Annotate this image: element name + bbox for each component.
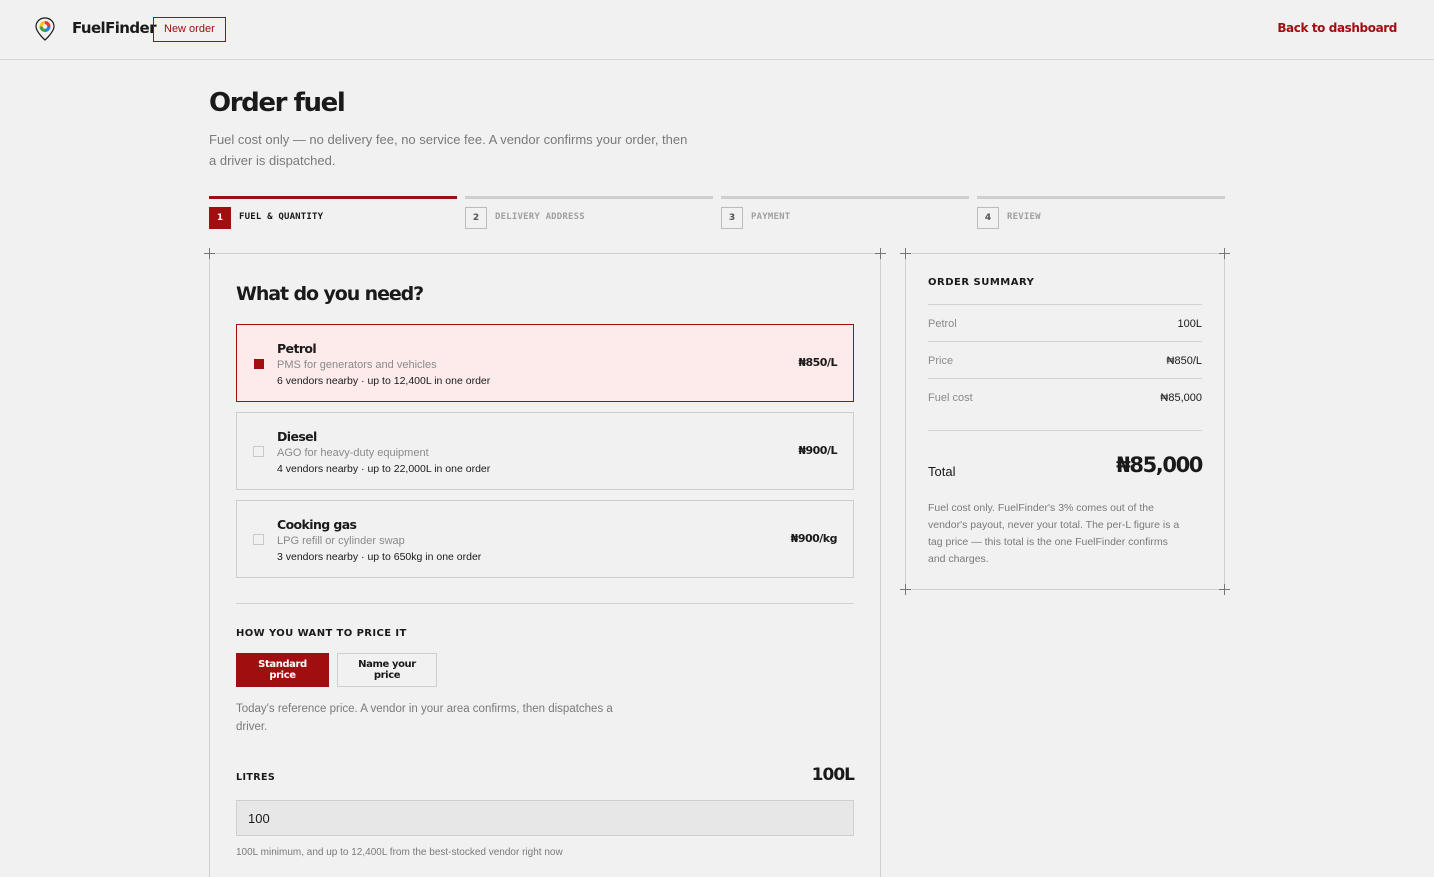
litres-help-text: 100L minimum, and up to 12,400L from the… [236,847,563,858]
litres-input[interactable] [236,800,854,836]
back-to-dashboard-link[interactable]: Back to dashboard [1277,21,1397,35]
fuel-availability: 4 vendors nearby · up to 22,000L in one … [277,463,491,475]
summary-key: Petrol [928,318,957,330]
fuel-option-cooking-gas[interactable]: Cooking gas LPG refill or cylinder swap … [236,500,854,578]
fuel-availability: 6 vendors nearby · up to 12,400L in one … [277,375,491,387]
step-number: 1 [209,207,231,229]
fuel-price: ₦900/kg [790,532,838,545]
fuel-section-title: What do you need? [236,283,424,305]
standard-price-button[interactable]: Standard price [236,653,329,687]
summary-divider [928,430,1202,431]
map-pin-logo-icon[interactable] [33,16,57,42]
step-label: FUEL & QUANTITY [239,212,324,222]
brand-name: FuelFinder [72,19,156,37]
fuel-description: LPG refill or cylinder swap [277,535,405,547]
fuel-name: Cooking gas [277,517,357,532]
step-label: DELIVERY ADDRESS [495,212,585,222]
radio-checked-icon[interactable] [254,359,264,369]
order-stepper: 1 FUEL & QUANTITY 2 DELIVERY ADDRESS 3 P… [209,196,1225,230]
fuel-option-diesel[interactable]: Diesel AGO for heavy-duty equipment 4 ve… [236,412,854,490]
top-bar: FuelFinder New order Back to dashboard [0,0,1434,60]
summary-row: Price ₦850/L [928,341,1202,378]
step-progress-bar [465,196,713,199]
radio-unchecked-icon[interactable] [253,446,264,457]
summary-row: Petrol 100L [928,304,1202,341]
pricing-help-text: Today's reference price. A vendor in you… [236,703,613,733]
fuel-description: PMS for generators and vehicles [277,359,437,371]
pricing-heading: HOW YOU WANT TO PRICE IT [236,628,407,639]
step-label: REVIEW [1007,212,1041,222]
summary-note: Fuel cost only. FuelFinder's 3% comes ou… [928,502,1180,565]
step-number: 2 [465,207,487,229]
corner-crosshair [1219,584,1230,595]
summary-row: Fuel cost ₦85,000 [928,378,1202,415]
summary-title: ORDER SUMMARY [928,277,1035,288]
summary-value: 100L [1177,318,1202,330]
page-title: Order fuel [209,88,346,118]
total-label: Total [928,464,956,479]
fuel-price: ₦900/L [798,444,837,457]
section-divider [236,603,854,604]
step-number: 3 [721,207,743,229]
litres-display: 100L [811,765,855,785]
step-payment[interactable]: 3 PAYMENT [721,196,969,230]
fuel-name: Diesel [277,429,317,444]
fuel-availability: 3 vendors nearby · up to 650kg in one or… [277,551,482,563]
summary-key: Price [928,355,954,367]
litres-heading: LITRES [236,772,276,783]
page-subtitle: Fuel cost only — no delivery fee, no ser… [209,132,688,168]
step-progress-bar [721,196,969,199]
step-label: PAYMENT [751,212,791,222]
summary-value: ₦85,000 [1160,392,1202,404]
corner-crosshair [875,248,886,259]
step-delivery-address[interactable]: 2 DELIVERY ADDRESS [465,196,713,230]
fuel-description: AGO for heavy-duty equipment [277,447,429,459]
step-progress-bar [977,196,1225,199]
new-order-button[interactable]: New order [153,17,226,42]
step-progress-bar [209,196,457,199]
radio-unchecked-icon[interactable] [253,534,264,545]
summary-key: Fuel cost [928,392,973,404]
fuel-price: ₦850/L [798,356,837,369]
corner-crosshair [204,248,215,259]
corner-crosshair [1219,248,1230,259]
step-review[interactable]: 4 REVIEW [977,196,1225,230]
name-your-price-button[interactable]: Name your price [337,653,437,687]
corner-crosshair [900,248,911,259]
fuel-name: Petrol [277,341,317,356]
corner-crosshair [900,584,911,595]
summary-value: ₦850/L [1166,355,1202,367]
step-number: 4 [977,207,999,229]
total-value: ₦85,000 [1116,453,1203,477]
step-fuel-quantity[interactable]: 1 FUEL & QUANTITY [209,196,457,230]
fuel-option-petrol[interactable]: Petrol PMS for generators and vehicles 6… [236,324,854,402]
